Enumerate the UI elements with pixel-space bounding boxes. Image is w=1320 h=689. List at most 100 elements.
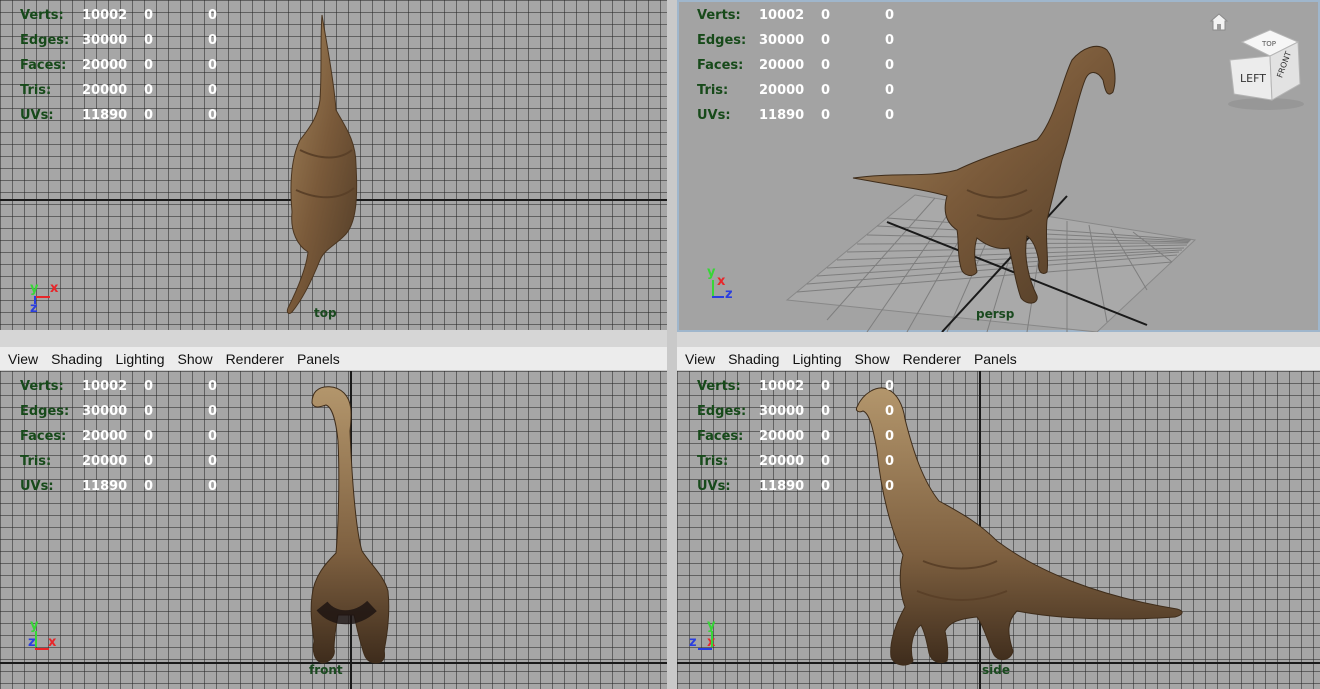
viewport-divider[interactable] (677, 332, 1320, 348)
menu-show[interactable]: Show (178, 351, 213, 367)
hud-stats: Verts: 10002 0 0 Edges: 30000 0 0 Faces: 20000 0… (697, 374, 905, 499)
hud-value: 11890 (82, 479, 128, 494)
hud-label: UVs: (697, 479, 731, 494)
hud-label: Edges: (20, 33, 70, 48)
hud-value: 30000 (759, 404, 805, 419)
hud-value: 0 (208, 83, 218, 98)
hud-value: 20000 (759, 429, 805, 444)
hud-value: 20000 (82, 454, 128, 469)
menu-show[interactable]: Show (855, 351, 890, 367)
viewport-label-persp: persp (976, 307, 1015, 321)
hud-value: 0 (208, 379, 218, 394)
menubar-side: View Shading Lighting Show Renderer Pane… (677, 347, 1320, 371)
hud-row-tris: Tris: 20000 0 0 (20, 78, 228, 103)
hud-row-uvs: UVs: 11890 0 0 (697, 103, 905, 128)
menu-panels[interactable]: Panels (297, 351, 340, 367)
hud-row-verts: Verts: 10002 0 0 (697, 374, 905, 399)
hud-label: Verts: (697, 8, 741, 23)
menu-renderer[interactable]: Renderer (903, 351, 961, 367)
hud-value: 0 (821, 8, 831, 23)
menu-panels[interactable]: Panels (974, 351, 1017, 367)
menu-shading[interactable]: Shading (51, 351, 102, 367)
hud-stats: Verts: 10002 0 0 Edges: 30000 0 0 Faces: 20000 0… (20, 3, 228, 128)
hud-value: 0 (144, 429, 154, 444)
view-cube-left-label: LEFT (1240, 72, 1266, 85)
hud-label: Verts: (20, 8, 64, 23)
hud-value: 10002 (759, 379, 805, 394)
menu-lighting[interactable]: Lighting (115, 351, 164, 367)
hud-row-verts: Verts: 10002 0 0 (20, 3, 228, 28)
hud-value: 0 (885, 8, 895, 23)
hud-value: 0 (885, 404, 895, 419)
menu-renderer[interactable]: Renderer (226, 351, 284, 367)
hud-row-tris: Tris: 20000 0 0 (20, 449, 228, 474)
hud-label: UVs: (20, 479, 54, 494)
hud-value: 11890 (759, 479, 805, 494)
axis-gizmo-persp: y x z (707, 266, 747, 306)
menu-shading[interactable]: Shading (728, 351, 779, 367)
hud-row-edges: Edges: 30000 0 0 (697, 28, 905, 53)
hud-row-uvs: UVs: 11890 0 0 (20, 474, 228, 499)
menubar-front: View Shading Lighting Show Renderer Pane… (0, 347, 667, 371)
hud-label: Faces: (20, 58, 67, 73)
hud-row-edges: Edges: 30000 0 0 (697, 399, 905, 424)
axis-y-label: y (707, 265, 716, 280)
viewport-label-side: side (982, 663, 1010, 677)
hud-value: 11890 (759, 108, 805, 123)
hud-value: 11890 (82, 108, 128, 123)
hud-value: 0 (144, 454, 154, 469)
hud-value: 10002 (759, 8, 805, 23)
menu-view[interactable]: View (685, 351, 715, 367)
hud-value: 0 (144, 83, 154, 98)
hud-value: 20000 (82, 83, 128, 98)
hud-value: 30000 (82, 404, 128, 419)
hud-value: 20000 (759, 58, 805, 73)
hud-value: 0 (821, 404, 831, 419)
hud-value: 0 (885, 83, 895, 98)
hud-value: 0 (821, 479, 831, 494)
viewport-persp[interactable]: Verts: 10002 0 0 Edges: 30000 0 0 Faces: 20000 0… (677, 0, 1320, 332)
axis-gizmo-top: y x z (28, 282, 68, 322)
axis-z-label: z (725, 287, 733, 302)
viewport-divider[interactable] (0, 330, 667, 348)
viewport-label-top: top (314, 306, 337, 320)
hud-value: 30000 (82, 33, 128, 48)
hud-value: 0 (821, 108, 831, 123)
hud-label: UVs: (20, 108, 54, 123)
viewport-front[interactable]: Verts: 10002 0 0 Edges: 30000 0 0 Faces: 20000 0… (0, 371, 667, 689)
viewport-divider[interactable] (667, 0, 677, 689)
viewport-side[interactable]: Verts: 10002 0 0 Edges: 30000 0 0 Faces: 20000 0… (677, 371, 1320, 689)
hud-value: 0 (144, 404, 154, 419)
hud-value: 0 (208, 454, 218, 469)
hud-row-edges: Edges: 30000 0 0 (20, 399, 228, 424)
view-cube[interactable]: LEFT FRONT TOP (1222, 22, 1312, 112)
hud-label: Faces: (20, 429, 67, 444)
hud-label: Faces: (697, 58, 744, 73)
hud-row-tris: Tris: 20000 0 0 (697, 78, 905, 103)
viewport-label-front: front (309, 663, 343, 677)
menu-lighting[interactable]: Lighting (792, 351, 841, 367)
hud-label: Verts: (697, 379, 741, 394)
menu-view[interactable]: View (8, 351, 38, 367)
hud-stats: Verts: 10002 0 0 Edges: 30000 0 0 Faces: 20000 0… (20, 374, 228, 499)
hud-value: 0 (821, 58, 831, 73)
hud-label: Tris: (20, 454, 52, 469)
hud-value: 0 (821, 33, 831, 48)
hud-row-faces: Faces: 20000 0 0 (697, 424, 905, 449)
hud-label: Edges: (697, 33, 747, 48)
hud-value: 0 (144, 33, 154, 48)
hud-label: Edges: (697, 404, 747, 419)
viewport-top[interactable]: Verts: 10002 0 0 Edges: 30000 0 0 Faces: 20000 0… (0, 0, 667, 330)
hud-value: 0 (144, 8, 154, 23)
axis-x-label: x (50, 281, 59, 296)
hud-row-edges: Edges: 30000 0 0 (20, 28, 228, 53)
axis-gizmo-side: y z x (689, 619, 729, 659)
hud-value: 0 (208, 58, 218, 73)
hud-row-faces: Faces: 20000 0 0 (697, 53, 905, 78)
hud-value: 0 (208, 108, 218, 123)
hud-value: 0 (208, 8, 218, 23)
view-cube-top-label: TOP (1261, 40, 1276, 48)
hud-value: 20000 (82, 58, 128, 73)
hud-value: 0 (821, 83, 831, 98)
hud-value: 0 (821, 454, 831, 469)
